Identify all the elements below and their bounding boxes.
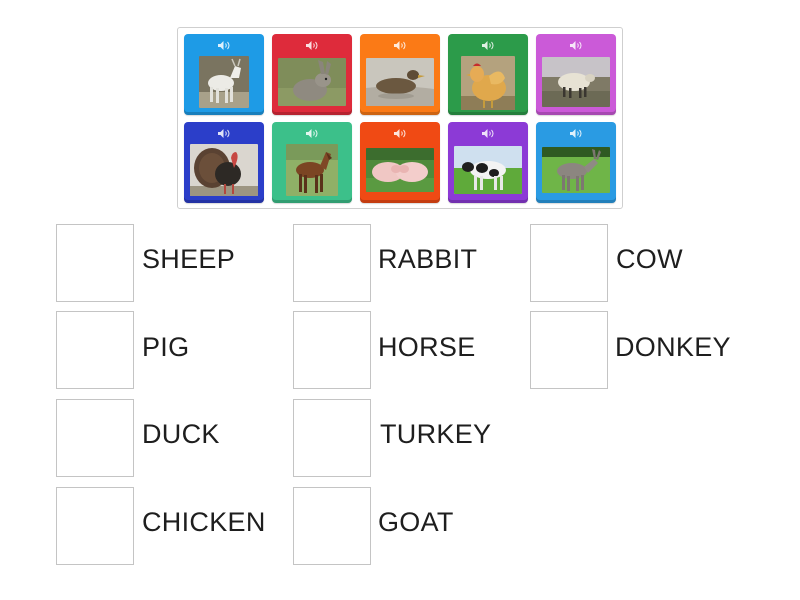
turkey-photo: [190, 144, 258, 196]
goat-photo: [199, 56, 249, 108]
label-rabbit: RABBIT: [378, 244, 478, 274]
drop-slot-pig[interactable]: [56, 311, 134, 389]
label-duck: DUCK: [142, 419, 220, 449]
speaker-icon[interactable]: [568, 128, 584, 139]
label-donkey: DONKEY: [615, 332, 731, 362]
drop-slot-rabbit[interactable]: [293, 224, 371, 302]
speaker-icon[interactable]: [216, 128, 232, 139]
tile-duck[interactable]: [360, 34, 440, 115]
drop-slot-donkey[interactable]: [530, 311, 608, 389]
tile-pig[interactable]: [360, 122, 440, 203]
speaker-icon[interactable]: [392, 40, 408, 51]
drop-slot-duck[interactable]: [56, 399, 134, 477]
speaker-icon[interactable]: [480, 40, 496, 51]
image-tile-tray: [177, 27, 623, 209]
drop-slot-horse[interactable]: [293, 311, 371, 389]
sheep-photo: [542, 57, 610, 107]
rabbit-photo: [278, 58, 346, 106]
drop-slot-chicken[interactable]: [56, 487, 134, 565]
drop-slot-goat[interactable]: [293, 487, 371, 565]
speaker-icon[interactable]: [304, 128, 320, 139]
tile-sheep[interactable]: [536, 34, 616, 115]
label-sheep: SHEEP: [142, 244, 236, 274]
tile-rabbit[interactable]: [272, 34, 352, 115]
duck-photo: [366, 58, 434, 106]
label-turkey: TURKEY: [380, 419, 492, 449]
speaker-icon[interactable]: [304, 40, 320, 51]
speaker-icon[interactable]: [568, 40, 584, 51]
chicken-photo: [461, 56, 515, 110]
label-horse: HORSE: [378, 332, 476, 362]
drop-slot-cow[interactable]: [530, 224, 608, 302]
label-pig: PIG: [142, 332, 190, 362]
cow-photo: [454, 146, 522, 194]
speaker-icon[interactable]: [392, 128, 408, 139]
horse-photo: [286, 144, 338, 196]
tile-chicken[interactable]: [448, 34, 528, 115]
pig-photo: [366, 148, 434, 192]
speaker-icon[interactable]: [216, 40, 232, 51]
drop-slot-sheep[interactable]: [56, 224, 134, 302]
label-goat: GOAT: [378, 507, 454, 537]
donkey-photo: [542, 147, 610, 193]
speaker-icon[interactable]: [480, 128, 496, 139]
tile-goat[interactable]: [184, 34, 264, 115]
tile-donkey[interactable]: [536, 122, 616, 203]
label-cow: COW: [616, 244, 683, 274]
tile-horse[interactable]: [272, 122, 352, 203]
tile-turkey[interactable]: [184, 122, 264, 203]
tile-cow[interactable]: [448, 122, 528, 203]
drop-slot-turkey[interactable]: [293, 399, 371, 477]
label-chicken: CHICKEN: [142, 507, 266, 537]
